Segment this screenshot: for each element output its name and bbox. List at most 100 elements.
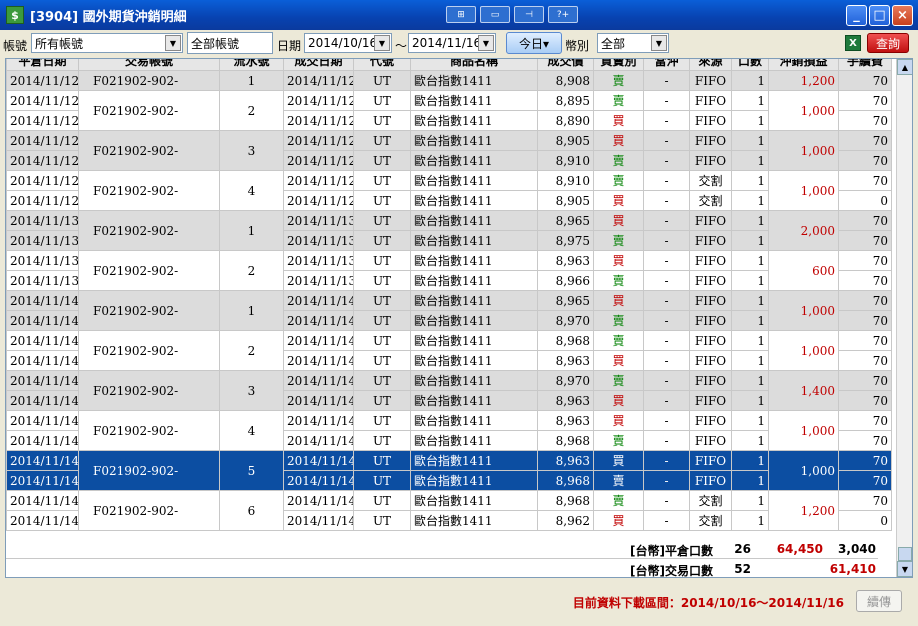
fee-cell: 70 [838, 90, 892, 111]
side-cell: 賣 [593, 90, 644, 111]
pl-cell: 1,200 [768, 70, 839, 91]
symbol-cell: UT [353, 310, 411, 331]
account-select[interactable]: 所有帳號 ▼ [31, 33, 183, 53]
column-header[interactable]: 來源 [689, 59, 732, 71]
source-cell: FIFO [689, 430, 732, 451]
side-cell: 賣 [593, 170, 644, 191]
fee-cell: 70 [838, 230, 892, 251]
column-header[interactable]: 沖銷損益 [768, 59, 839, 71]
chevron-down-icon[interactable]: ▼ [651, 35, 667, 51]
column-header[interactable]: 商品名稱 [410, 59, 538, 71]
fee-cell: 70 [838, 470, 892, 491]
side-cell: 買 [593, 350, 644, 371]
symbol-cell: UT [353, 490, 411, 511]
chevron-down-icon[interactable]: ▼ [478, 35, 494, 51]
excel-export-icon[interactable]: X [845, 35, 861, 51]
table-row[interactable]: 2014/11/14 F021902-902- 6 2014/11/14 UT 歐台指數1… [6, 490, 892, 531]
source-cell: FIFO [689, 210, 732, 231]
column-header[interactable]: 代號 [353, 59, 411, 71]
symbol-cell: UT [353, 250, 411, 271]
maximize-button[interactable]: □ [869, 5, 890, 26]
table-row[interactable]: 2014/11/14 F021902-902- 1 2014/11/14 UT 歐台指數1… [6, 290, 892, 331]
help-button[interactable]: ?+ [548, 6, 578, 23]
price-cell: 8,905 [537, 130, 594, 151]
column-header[interactable]: 平倉日期 [6, 59, 79, 71]
price-cell: 8,905 [537, 190, 594, 211]
fee-cell: 70 [838, 350, 892, 371]
today-button[interactable]: 今日▾ [506, 32, 562, 54]
price-cell: 8,968 [537, 430, 594, 451]
column-header[interactable]: 流水號 [219, 59, 284, 71]
product-name-cell: 歐台指數1411 [410, 290, 538, 311]
day-trade-cell: - [643, 450, 690, 471]
table-row[interactable]: 2014/11/14 F021902-902- 5 2014/11/14 UT 歐台指數1… [6, 450, 892, 491]
column-header[interactable]: 口數 [731, 59, 769, 71]
column-header[interactable]: 交易帳號 [78, 59, 220, 71]
table-row[interactable]: 2014/11/14 F021902-902- 4 2014/11/14 UT 歐台指數1… [6, 410, 892, 451]
source-cell: FIFO [689, 110, 732, 131]
layout-button[interactable]: ⊞ [446, 6, 476, 23]
table-row[interactable]: 2014/11/12 F021902-902- 3 2014/11/12 UT 歐台指數1… [6, 130, 892, 171]
chevron-down-icon[interactable]: ▼ [165, 35, 181, 51]
trade-date-cell: 2014/11/14 [283, 490, 354, 511]
table-row[interactable]: 2014/11/14 F021902-902- 2 2014/11/14 UT 歐台指數1… [6, 330, 892, 371]
side-cell: 賣 [593, 150, 644, 171]
source-cell: FIFO [689, 270, 732, 291]
product-name-cell: 歐台指數1411 [410, 210, 538, 231]
symbol-cell: UT [353, 270, 411, 291]
column-header[interactable]: 成交價 [537, 59, 594, 71]
date-separator: ～ [395, 39, 408, 53]
scroll-thumb[interactable] [898, 547, 912, 561]
table-row[interactable]: 2014/11/14 F021902-902- 3 2014/11/14 UT 歐台指數1… [6, 370, 892, 411]
date-from-select[interactable]: 2014/10/16 ▼ [304, 33, 392, 53]
table-row[interactable]: 2014/11/13 F021902-902- 1 2014/11/13 UT 歐台指數1… [6, 210, 892, 251]
qty-cell: 1 [731, 170, 769, 191]
symbol-cell: UT [353, 210, 411, 231]
column-header[interactable]: 當沖 [643, 59, 690, 71]
column-header[interactable]: 手續費 [838, 59, 892, 71]
fee-cell: 70 [838, 490, 892, 511]
product-name-cell: 歐台指數1411 [410, 70, 538, 91]
close-summary-row: [台幣]平倉口數 26 64,450 3,040 [6, 539, 878, 559]
currency-select[interactable]: 全部 ▼ [597, 33, 669, 53]
date-to-select[interactable]: 2014/11/16 ▼ [408, 33, 496, 53]
column-header[interactable]: 買賣別 [593, 59, 644, 71]
account-name-field[interactable]: 全部帳號 [187, 32, 273, 54]
side-cell: 賣 [593, 230, 644, 251]
scroll-down-icon[interactable]: ▼ [897, 561, 912, 577]
side-cell: 買 [593, 250, 644, 271]
product-name-cell: 歐台指數1411 [410, 410, 538, 431]
vertical-scrollbar[interactable]: ▲ ▼ [896, 59, 912, 577]
day-trade-cell: - [643, 290, 690, 311]
source-cell: FIFO [689, 330, 732, 351]
dock-button[interactable]: ⊣ [514, 6, 544, 23]
product-name-cell: 歐台指數1411 [410, 90, 538, 111]
source-cell: 交割 [689, 170, 732, 191]
table-row[interactable]: 2014/11/12 F021902-902- 4 2014/11/12 UT 歐台指數1… [6, 170, 892, 211]
chevron-down-icon[interactable]: ▼ [374, 35, 390, 51]
pl-cell: 600 [768, 250, 839, 291]
minimize-button[interactable]: _ [846, 5, 867, 26]
fee-cell: 0 [838, 510, 892, 531]
query-button[interactable]: 查詢 [867, 33, 909, 53]
table-row[interactable]: 2014/11/13 F021902-902- 2 2014/11/13 UT 歐台指數1… [6, 250, 892, 291]
trade-date-cell: 2014/11/14 [283, 450, 354, 471]
fee-cell: 70 [838, 330, 892, 351]
price-cell: 8,965 [537, 210, 594, 231]
window-mode-button[interactable]: ▭ [480, 6, 510, 23]
day-trade-cell: - [643, 150, 690, 171]
close-button[interactable]: × [892, 5, 913, 26]
source-cell: FIFO [689, 450, 732, 471]
day-trade-cell: - [643, 190, 690, 211]
serial-cell: 2 [219, 330, 284, 371]
column-header[interactable]: 成交日期 [283, 59, 354, 71]
table-row[interactable]: 2014/11/12 F021902-902- 2 2014/11/12 UT 歐台指數1… [6, 90, 892, 131]
account-cell: F021902-902- [78, 210, 220, 251]
trade-date-cell: 2014/11/14 [283, 510, 354, 531]
table-row[interactable]: 2014/11/12 F021902-902- 1 2014/11/12 UT 歐台指數1… [6, 70, 892, 91]
scroll-up-icon[interactable]: ▲ [897, 59, 912, 75]
qty-cell: 1 [731, 490, 769, 511]
continue-button[interactable]: 續傳 [856, 590, 902, 612]
product-name-cell: 歐台指數1411 [410, 490, 538, 511]
close-date-cell: 2014/11/13 [6, 230, 79, 251]
